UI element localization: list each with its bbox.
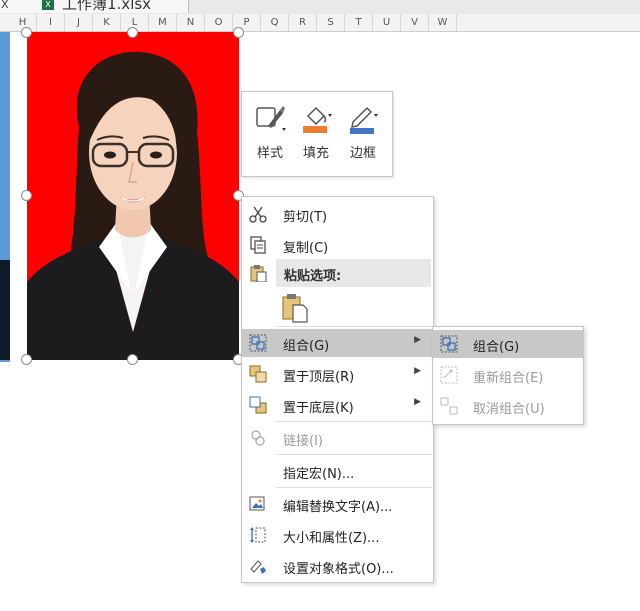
portrait-image [27, 32, 239, 360]
submenu-item-regroup: 重新组合(E) [433, 361, 583, 389]
resize-handle-top-right[interactable] [233, 27, 244, 38]
menu-item-cut[interactable]: 剪切(T) [242, 200, 433, 228]
menu-item-format-object[interactable]: 设置对象格式(O)... [242, 552, 433, 580]
group-icon [440, 335, 458, 353]
column-header-o[interactable]: O [205, 14, 233, 31]
bring-to-front-icon [249, 365, 267, 383]
column-header-q[interactable]: Q [261, 14, 289, 31]
resize-handle-bottom-left[interactable] [21, 354, 32, 365]
menu-separator [276, 421, 432, 422]
shape-style-icon [256, 106, 286, 131]
menu-item-send-to-back[interactable]: 置于底层(K) ▶ [242, 391, 433, 419]
column-header-v[interactable]: V [401, 14, 429, 31]
column-header-u[interactable]: U [373, 14, 401, 31]
send-to-back-icon [249, 396, 267, 414]
workbook-title: 工作簿1.xlsx [62, 0, 152, 13]
fill-button[interactable]: 填充 [294, 98, 338, 168]
column-header-j[interactable]: J [65, 14, 93, 31]
column-header-i[interactable]: I [37, 14, 65, 31]
paste-icon [250, 265, 267, 282]
submenu-arrow-icon: ▶ [414, 366, 421, 376]
column-header-t[interactable]: T [345, 14, 373, 31]
resize-handle-left[interactable] [21, 190, 32, 201]
context-menu: 剪切(T) 复制(C) 粘贴选项: 组合(G) ▶ 置于顶层(R) ▶ 置于底层… [241, 196, 434, 583]
menu-item-bring-to-front[interactable]: 置于顶层(R) ▶ [242, 360, 433, 388]
group-icon [249, 334, 267, 352]
menu-separator [276, 487, 432, 488]
submenu-item-group[interactable]: 组合(G) [433, 330, 583, 358]
excel-icon: X [42, 0, 54, 10]
link-icon [251, 430, 265, 446]
border-button[interactable]: 边框 [341, 98, 385, 168]
resize-handle-top[interactable] [127, 27, 138, 38]
mini-toolbar: 样式 填充 边框 [241, 91, 393, 177]
menu-item-link: 链接(I) [242, 424, 433, 452]
fill-bucket-icon [303, 106, 332, 133]
menu-item-edit-alt-text[interactable]: 编辑替换文字(A)... [242, 490, 433, 518]
regroup-icon [440, 366, 458, 384]
close-tab-icon[interactable]: X [1, 0, 9, 11]
submenu-item-ungroup: 取消组合(U) [433, 392, 583, 420]
menu-separator [276, 326, 432, 327]
column-header-n[interactable]: N [177, 14, 205, 31]
outline-pen-icon [350, 106, 378, 134]
submenu-arrow-icon: ▶ [414, 397, 421, 407]
resize-handle-bottom[interactable] [127, 354, 138, 365]
ungroup-icon [440, 397, 458, 415]
resize-handle-top-left[interactable] [21, 27, 32, 38]
column-header-r[interactable]: R [289, 14, 317, 31]
style-button-label: 样式 [256, 146, 283, 161]
alt-text-icon [249, 496, 265, 511]
menu-item-group[interactable]: 组合(G) ▶ [242, 329, 433, 357]
menu-item-size-properties[interactable]: 大小和属性(Z)... [242, 521, 433, 549]
column-header-k[interactable]: K [93, 14, 121, 31]
fill-button-label: 填充 [302, 146, 329, 161]
size-properties-icon [250, 527, 266, 543]
selected-photo[interactable] [27, 32, 239, 360]
format-object-icon [250, 560, 266, 574]
menu-separator [276, 454, 432, 455]
column-header-row: HIJKLMNOPQRSTUVW [0, 14, 640, 32]
column-header-m[interactable]: M [149, 14, 177, 31]
copy-icon [250, 236, 266, 254]
submenu-arrow-icon: ▶ [414, 335, 421, 345]
menu-item-assign-macro[interactable]: 指定宏(N)... [242, 457, 433, 485]
paste-options-header: 粘贴选项: [276, 259, 431, 287]
paste-keep-format-icon[interactable] [282, 293, 308, 323]
adjacent-image-edge-dark [0, 260, 10, 360]
group-submenu: 组合(G) 重新组合(E) 取消组合(U) [432, 326, 584, 425]
style-button[interactable]: 样式 [248, 98, 292, 168]
workbook-tab[interactable]: X X 工作簿1.xlsx [0, 0, 189, 13]
column-header-s[interactable]: S [317, 14, 345, 31]
border-button-label: 边框 [349, 146, 376, 161]
column-header-w[interactable]: W [429, 14, 457, 31]
menu-item-copy[interactable]: 复制(C) [242, 231, 433, 259]
scissors-icon [249, 206, 267, 223]
